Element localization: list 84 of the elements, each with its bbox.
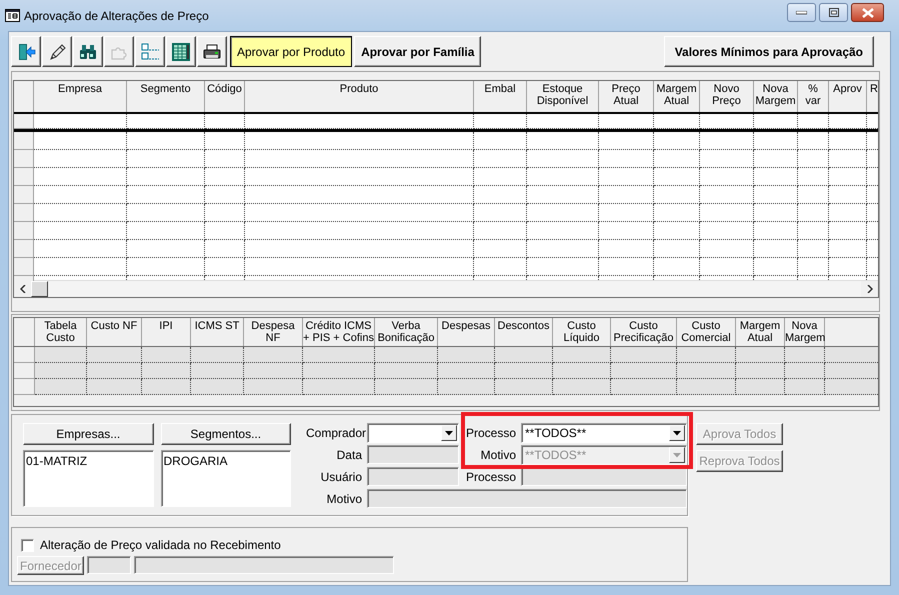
printer-icon (202, 42, 222, 62)
table-row[interactable] (14, 168, 878, 186)
date-field[interactable] (367, 445, 459, 464)
column-header: Despesa NF (244, 318, 303, 346)
buyer-dropdown[interactable] (367, 423, 459, 443)
column-header: Custo Líquido (553, 318, 611, 346)
process-dropdown[interactable]: **TODOS** (521, 423, 687, 443)
minimize-button[interactable] (787, 3, 816, 22)
column-header: Nova Margem (754, 81, 798, 112)
column-header: Verba Bonificação (375, 318, 438, 346)
companies-button[interactable]: Empresas... (23, 423, 154, 445)
list-button[interactable] (135, 36, 165, 67)
column-header: Custo NF (87, 318, 142, 346)
column-header: Custo Precificação (611, 318, 677, 346)
column-header: Produto (245, 81, 474, 112)
field-label: Usuário (320, 470, 362, 484)
companies-list[interactable]: 01-MATRIZ (23, 450, 154, 507)
mode-button[interactable]: Aprovar por Produto (230, 36, 352, 67)
reason-field[interactable] (367, 489, 687, 508)
segments-button[interactable]: Segmentos... (160, 423, 291, 445)
table-row[interactable] (14, 204, 878, 222)
column-header: Código (205, 81, 245, 112)
table-row[interactable] (14, 222, 878, 240)
column-header: Despesas (438, 318, 495, 346)
segments-list[interactable]: DROGARIA (160, 450, 291, 507)
checkbox-label: Alteração de Preço validada no Recebimento (40, 538, 281, 552)
list-item[interactable]: DROGARIA (164, 454, 288, 468)
column-header: Custo Comercial (677, 318, 736, 346)
field-label: Processo (464, 426, 516, 440)
edit-button[interactable] (42, 36, 72, 67)
table-row[interactable] (14, 186, 878, 204)
minimum-values-button[interactable]: Valores Mínimos para Aprovação (664, 36, 874, 67)
column-header: Descontos (495, 318, 553, 346)
supplier-name-field[interactable] (134, 556, 394, 574)
exit-button[interactable] (11, 36, 41, 67)
checklist-icon (140, 42, 160, 62)
table-row[interactable] (14, 347, 878, 363)
column-header: Crédito ICMS + PIS + Cofins (303, 318, 375, 346)
column-header: IPI (142, 318, 191, 346)
maximize-icon (828, 8, 838, 17)
close-icon (862, 8, 874, 18)
column-header: Preço Atual (599, 81, 654, 112)
field-label: Motivo (326, 492, 362, 506)
field-label: Motivo (480, 448, 516, 462)
supplier-code-field[interactable] (87, 556, 132, 574)
column-header: Empresa (34, 81, 127, 112)
table-row[interactable] (14, 113, 878, 132)
column-header: R (867, 81, 878, 112)
column-header: ICMS ST (191, 318, 244, 346)
mode-button[interactable]: Aprovar por Família (354, 36, 482, 67)
column-header: Estoque Disponível (527, 81, 599, 112)
horizontal-scrollbar[interactable] (14, 280, 878, 297)
table-row[interactable] (14, 150, 878, 168)
column-header: Aprov (829, 81, 867, 112)
minimize-icon (796, 10, 807, 14)
field-label: Processo (464, 470, 516, 484)
door-icon (16, 42, 36, 62)
window-title: Aprovação de Alterações de Preço (24, 8, 209, 22)
column-header: Tabela Custo (35, 318, 87, 346)
pencil-icon (47, 42, 67, 62)
grid-button[interactable] (166, 36, 196, 67)
maximize-button[interactable] (819, 3, 848, 22)
column-header: % var (798, 81, 829, 112)
column-header: Novo Preço (700, 81, 754, 112)
spreadsheet-icon (171, 42, 191, 62)
print-button[interactable] (197, 36, 227, 67)
table-row[interactable] (14, 379, 878, 395)
field-label: Data (336, 448, 362, 462)
table-row[interactable] (14, 363, 878, 379)
column-header: Embal (474, 81, 527, 112)
checkbox[interactable] (21, 538, 34, 552)
list-item[interactable]: 01-MATRIZ (26, 454, 150, 468)
column-header: Margem Atual (736, 318, 785, 346)
column-header: Margem Atual (654, 81, 700, 112)
table-row[interactable] (14, 240, 878, 258)
column-header: Nova Margem (785, 318, 825, 346)
column-header: Segmento (127, 81, 205, 112)
table-row[interactable] (14, 132, 878, 150)
app-icon (5, 9, 20, 22)
search-button[interactable] (73, 36, 103, 67)
table-row[interactable] (14, 258, 878, 276)
close-button[interactable] (851, 3, 884, 22)
user-field[interactable] (367, 467, 459, 486)
scroll-thumb[interactable] (31, 281, 48, 297)
